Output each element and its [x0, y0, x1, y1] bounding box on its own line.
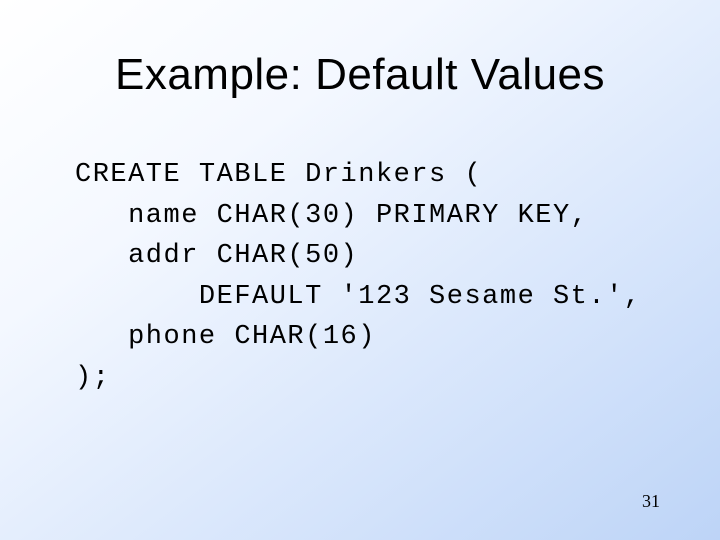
code-line: phone CHAR(16) — [75, 322, 376, 352]
code-block: CREATE TABLE Drinkers ( name CHAR(30) PR… — [75, 155, 680, 398]
code-line: CREATE TABLE Drinkers ( — [75, 160, 482, 190]
code-line: addr CHAR(50) — [75, 241, 358, 271]
slide-title: Example: Default Values — [0, 50, 720, 100]
slide: Example: Default Values CREATE TABLE Dri… — [0, 0, 720, 540]
code-line: DEFAULT '123 Sesame St.', — [75, 282, 641, 312]
code-line: name CHAR(30) PRIMARY KEY, — [75, 201, 588, 231]
code-line: ); — [75, 363, 110, 393]
page-number: 31 — [642, 491, 660, 512]
